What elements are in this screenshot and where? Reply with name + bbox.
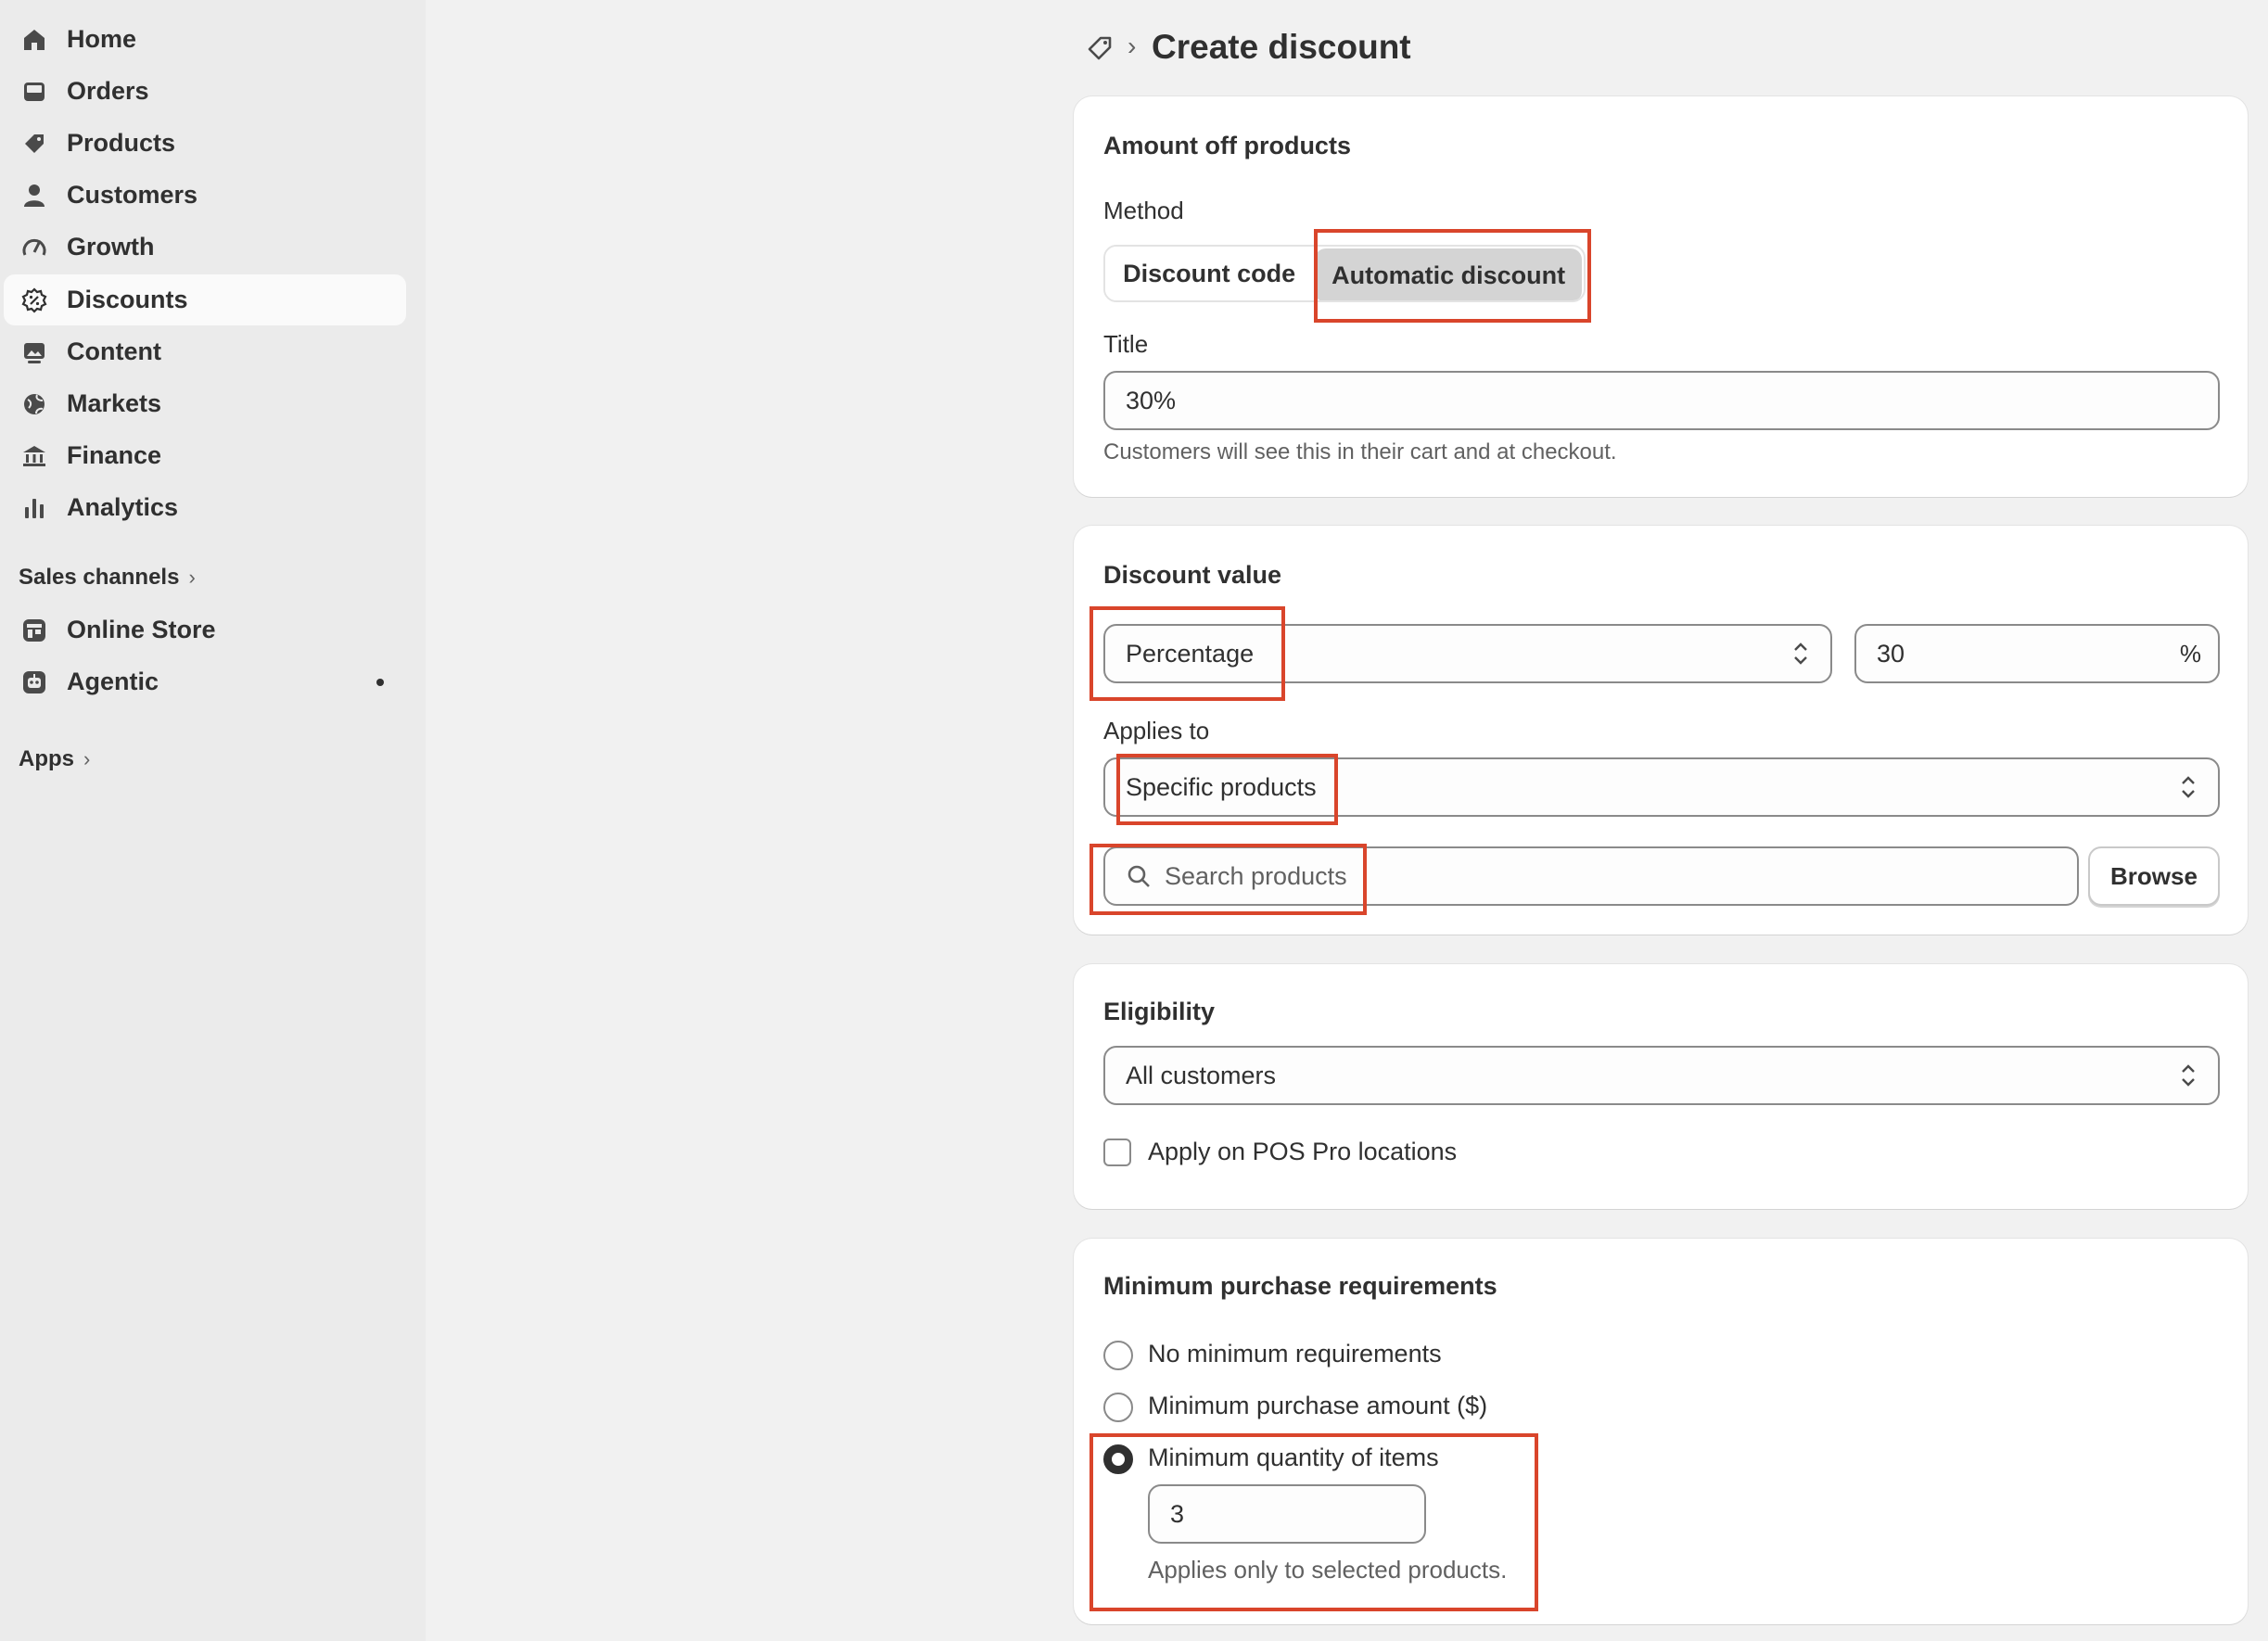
sidebar-item-label: Online Store	[67, 616, 216, 643]
select-chevron-icon	[2182, 1064, 2195, 1087]
sidebar: Home Orders Products Customers Growth Di…	[0, 0, 426, 1641]
eligibility-selected: All customers	[1126, 1061, 1277, 1089]
sidebar-item-markets[interactable]: Markets	[4, 378, 406, 429]
value-amount-input[interactable]: 30 %	[1854, 624, 2220, 683]
minimum-quantity-label: Minimum quantity of items	[1148, 1444, 1439, 1471]
search-icon	[1128, 865, 1150, 887]
pos-pro-label: Apply on POS Pro locations	[1148, 1138, 1458, 1165]
title-help-text: Customers will see this in their cart an…	[1103, 439, 1617, 464]
page-title: Create discount	[1152, 28, 1411, 66]
sidebar-item-label: Finance	[67, 441, 162, 469]
pos-pro-checkbox[interactable]	[1103, 1139, 1131, 1166]
value-type-select[interactable]: Percentage	[1103, 624, 1832, 683]
applies-to-label: Applies to	[1103, 717, 1210, 744]
sidebar-item-label: Analytics	[67, 493, 179, 521]
minimum-amount-radio[interactable]	[1103, 1393, 1133, 1422]
sidebar-item-agentic[interactable]: Agentic	[4, 656, 406, 707]
quantity-help-text: Applies only to selected products.	[1148, 1556, 1508, 1584]
sidebar-item-analytics[interactable]: Analytics	[4, 482, 406, 533]
sales-channels-link[interactable]: Sales channels ›	[19, 565, 196, 591]
sidebar-item-label: Products	[67, 129, 176, 157]
sidebar-item-home[interactable]: Home	[4, 14, 406, 65]
minimum-quantity-radio[interactable]	[1103, 1444, 1133, 1474]
inbox-icon	[20, 78, 48, 106]
select-chevron-icon	[1794, 642, 1807, 665]
sidebar-item-products[interactable]: Products	[4, 118, 406, 169]
card-title: Discount value	[1103, 561, 1282, 589]
applies-to-select[interactable]: Specific products	[1103, 757, 2220, 817]
bank-icon	[20, 442, 48, 470]
select-chevron-icon	[2182, 776, 2195, 798]
sidebar-item-label: Home	[67, 25, 137, 53]
tag-icon	[20, 130, 48, 158]
home-icon	[20, 26, 48, 54]
apps-label: Apps	[19, 746, 74, 771]
discount-code-button[interactable]: Discount code	[1105, 247, 1314, 300]
sidebar-item-customers[interactable]: Customers	[4, 170, 406, 221]
robot-icon	[20, 668, 48, 696]
value-type-selected: Percentage	[1126, 639, 1255, 668]
sidebar-item-finance[interactable]: Finance	[4, 430, 406, 481]
sidebar-item-label: Growth	[67, 233, 155, 261]
method-segmented-control: Discount code Automatic discount	[1103, 245, 1586, 302]
sidebar-item-online-store[interactable]: Online Store	[4, 604, 406, 655]
applies-to-selected: Specific products	[1126, 772, 1317, 801]
sidebar-item-orders[interactable]: Orders	[4, 66, 406, 117]
chevron-right-icon: ›	[83, 747, 91, 770]
sidebar-item-label: Agentic	[67, 668, 159, 695]
no-minimum-radio[interactable]	[1103, 1341, 1133, 1370]
store-icon	[20, 617, 48, 644]
browse-button[interactable]: Browse	[2088, 846, 2220, 906]
minimum-requirements-card: Minimum purchase requirements No minimum…	[1074, 1239, 2248, 1624]
discount-value-card: Discount value Percentage 30 % Applies t…	[1074, 526, 2248, 935]
percent-suffix: %	[2179, 639, 2201, 668]
minimum-quantity-input[interactable]: 3	[1148, 1484, 1426, 1544]
method-label: Method	[1103, 197, 1184, 224]
chevron-right-icon: ›	[188, 566, 196, 589]
apps-link[interactable]: Apps ›	[19, 746, 90, 772]
amount-off-card: Amount off products Method Discount code…	[1074, 96, 2248, 497]
gauge-icon	[20, 234, 48, 261]
eligibility-card: Eligibility All customers Apply on POS P…	[1074, 964, 2248, 1209]
discount-tag-icon[interactable]	[1085, 33, 1116, 65]
sidebar-item-label: Content	[67, 337, 161, 365]
breadcrumb-separator: ›	[1128, 32, 1137, 60]
minimum-quantity-value: 3	[1170, 1499, 1185, 1528]
sidebar-item-label: Customers	[67, 181, 198, 209]
title-label: Title	[1103, 330, 1149, 358]
sidebar-item-label: Discounts	[67, 286, 188, 313]
sidebar-item-content[interactable]: Content	[4, 326, 406, 377]
sidebar-item-label: Markets	[67, 389, 162, 417]
no-minimum-label: No minimum requirements	[1148, 1340, 1442, 1368]
sidebar-item-label: Orders	[67, 77, 149, 105]
sales-channels-label: Sales channels	[19, 565, 180, 590]
value-amount: 30	[1877, 639, 1905, 668]
status-dot	[376, 678, 384, 686]
automatic-discount-button[interactable]: Automatic discount	[1315, 248, 1582, 300]
bar-chart-icon	[20, 494, 48, 522]
sidebar-item-discounts[interactable]: Discounts	[4, 274, 406, 325]
discount-icon	[20, 286, 48, 314]
sidebar-item-growth[interactable]: Growth	[4, 222, 406, 273]
globe-icon	[20, 390, 48, 418]
person-icon	[20, 182, 48, 210]
title-input[interactable]: 30%	[1103, 371, 2220, 430]
card-title: Eligibility	[1103, 998, 1216, 1025]
title-input-value: 30%	[1126, 386, 1177, 414]
card-title: Amount off products	[1103, 132, 1351, 159]
search-placeholder: Search products	[1165, 861, 1347, 890]
image-icon	[20, 338, 48, 366]
eligibility-select[interactable]: All customers	[1103, 1046, 2220, 1105]
card-title: Minimum purchase requirements	[1103, 1272, 1497, 1300]
minimum-amount-label: Minimum purchase amount ($)	[1148, 1392, 1488, 1419]
search-products-input[interactable]: Search products	[1103, 846, 2079, 906]
